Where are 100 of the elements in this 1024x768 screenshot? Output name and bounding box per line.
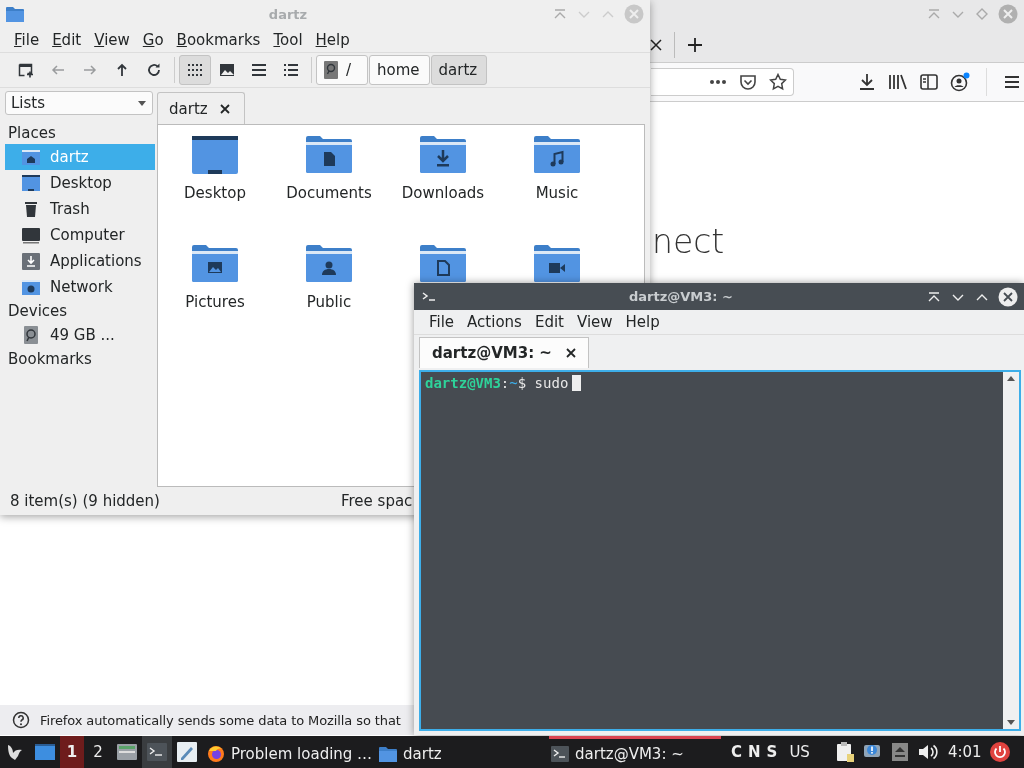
camera-folder-icon[interactable] — [533, 244, 581, 284]
menu-item[interactable]: Bookmarks — [170, 31, 268, 49]
network-folder-icon — [21, 277, 41, 297]
terminal-icon[interactable] — [147, 743, 167, 761]
lock-key-indicator: C — [731, 743, 742, 761]
document-folder-icon[interactable] — [419, 244, 467, 284]
desktop-icon — [21, 173, 41, 193]
volume-icon[interactable] — [917, 743, 938, 761]
account-icon[interactable] — [950, 72, 970, 92]
sidebar-item[interactable]: Trash — [5, 196, 155, 222]
path-button[interactable]: dartz — [430, 55, 488, 85]
path-button[interactable]: home — [369, 55, 430, 85]
list-icon[interactable] — [283, 62, 299, 78]
terminal-line: dartz@VM3:~$ sudo — [425, 375, 569, 391]
drive-icon — [21, 325, 41, 345]
view-mode-button[interactable] — [179, 55, 211, 85]
download-box-icon — [21, 251, 41, 271]
star-icon[interactable] — [769, 73, 787, 91]
menu-item[interactable]: Help — [309, 31, 357, 49]
task-button[interactable]: dartz — [377, 736, 549, 768]
close-icon[interactable] — [998, 286, 1018, 307]
clipboard-icon[interactable] — [835, 742, 854, 762]
keyboard-layout[interactable]: US — [789, 743, 810, 761]
sidebar-item[interactable]: Computer — [5, 222, 155, 248]
cursor — [572, 375, 582, 391]
close-icon[interactable] — [219, 103, 230, 114]
menu-item[interactable]: File — [423, 313, 462, 331]
caret-icon — [138, 100, 146, 106]
lock-key-indicator: S — [766, 743, 778, 761]
sidebar-item[interactable]: Network — [5, 274, 155, 300]
task-button[interactable]: Problem loading … — [205, 736, 377, 768]
menu-item[interactable]: Edit — [46, 31, 89, 49]
download-icon[interactable] — [858, 73, 876, 91]
text-editor-icon[interactable] — [177, 742, 197, 762]
file-name[interactable]: Documents — [286, 184, 372, 202]
help-icon — [12, 711, 30, 729]
terminal-prompt-icon — [422, 290, 436, 303]
free-space-text: Free spac — [340, 492, 413, 510]
workspace-button[interactable]: 1 — [60, 736, 84, 768]
drive-icon — [324, 61, 338, 79]
menu-item[interactable]: Help — [619, 313, 667, 331]
menu-item[interactable]: Edit — [528, 313, 571, 331]
picture-folder-icon[interactable] — [191, 244, 239, 284]
menu-item[interactable]: View — [570, 313, 620, 331]
page-heading: nect — [652, 222, 725, 261]
eject-icon[interactable] — [891, 743, 908, 761]
scroll-down-icon[interactable] — [1007, 720, 1015, 725]
folder-icon — [379, 745, 397, 762]
lines-icon[interactable] — [251, 62, 267, 78]
close-tab-icon[interactable] — [650, 39, 662, 51]
menu-item[interactable]: Go — [136, 31, 171, 49]
window-title: dartz@VM3: ~ — [628, 289, 734, 304]
section-header: Places — [7, 123, 57, 144]
section-header: Bookmarks — [7, 349, 93, 370]
file-name[interactable]: Downloads — [401, 184, 485, 202]
menu-item[interactable]: View — [88, 31, 137, 49]
reload-icon[interactable] — [146, 62, 162, 78]
monitor-icon — [21, 225, 41, 245]
new-tab-icon[interactable] — [18, 62, 34, 78]
more-icon[interactable] — [709, 79, 727, 85]
menu-icon[interactable] — [1003, 74, 1021, 90]
file-name[interactable]: Pictures — [185, 293, 245, 311]
file-name[interactable]: Public — [306, 293, 352, 311]
power-icon[interactable] — [989, 742, 1010, 762]
download-folder-icon[interactable] — [419, 135, 467, 175]
sidebar-item[interactable]: Applications — [5, 248, 155, 274]
sidebar-item[interactable]: Desktop — [5, 170, 155, 196]
clock[interactable]: 4:01 — [947, 743, 982, 761]
terminal-tab[interactable]: dartz@VM3: ~ — [419, 337, 589, 368]
person-folder-icon[interactable] — [305, 244, 353, 284]
menu-item[interactable]: Actions — [461, 313, 529, 331]
icon-grid-icon[interactable] — [187, 62, 203, 78]
sidebar-item[interactable]: 49 GB ... — [5, 322, 155, 348]
new-tab-icon[interactable] — [687, 37, 703, 53]
desktop-folder-icon[interactable] — [191, 135, 239, 175]
scrollbar[interactable] — [1003, 372, 1019, 729]
sidebar-icon[interactable] — [920, 74, 938, 90]
folder-tab[interactable]: dartz — [157, 92, 245, 124]
globe-icon — [207, 744, 225, 763]
workspace-button[interactable]: 2 — [86, 736, 110, 768]
path-button[interactable]: / — [316, 55, 368, 85]
close-icon[interactable] — [565, 348, 576, 358]
url-field[interactable] — [651, 68, 794, 96]
file-name[interactable]: Music — [535, 184, 579, 202]
home-folder-icon — [21, 147, 41, 167]
folder-icon — [6, 6, 24, 22]
image-icon[interactable] — [219, 62, 235, 78]
library-icon[interactable] — [888, 73, 908, 91]
window-title: dartz — [267, 6, 309, 22]
side-pane-dropdown[interactable]: Lists — [5, 91, 153, 115]
desktop-icon[interactable] — [35, 743, 55, 761]
menu-item[interactable]: File — [8, 31, 47, 49]
music-folder-icon[interactable] — [533, 135, 581, 175]
task-button[interactable]: dartz@VM3: ~ — [549, 736, 721, 768]
scroll-up-icon[interactable] — [1007, 376, 1015, 381]
menu-item[interactable]: Tool — [267, 31, 310, 49]
pocket-icon[interactable] — [739, 73, 757, 91]
file-name[interactable]: Desktop — [184, 184, 246, 202]
document-folder-icon[interactable] — [305, 135, 353, 175]
file-manager-icon[interactable] — [117, 743, 137, 761]
